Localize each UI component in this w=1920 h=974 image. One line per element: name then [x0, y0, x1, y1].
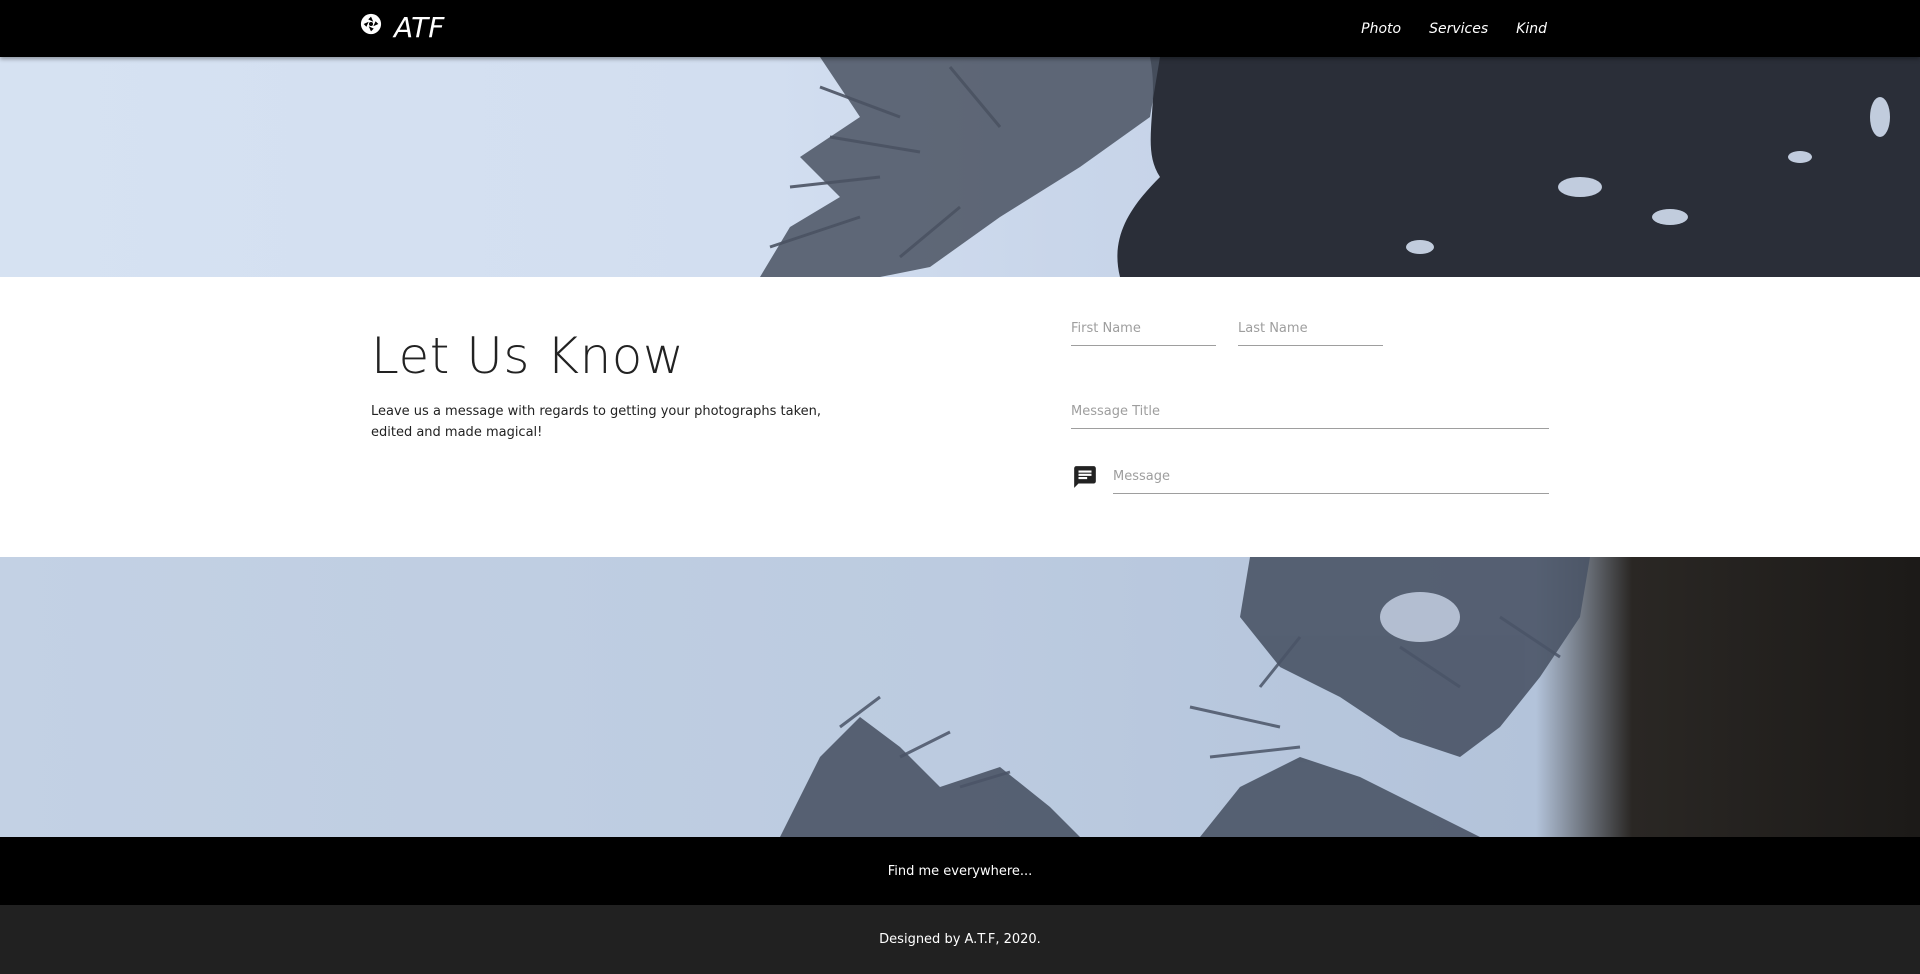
contact-description: Leave us a message with regards to getti…	[371, 404, 822, 440]
contact-section: Let Us Know Leave us a message with rega…	[0, 277, 1920, 557]
main-nav: Photo Services Kind	[1361, 0, 1547, 57]
footer-credit-bar: Designed by A.T.F, 2020.	[0, 905, 1920, 974]
navbar: ATF Photo Services Kind	[0, 0, 1920, 57]
parallax-photo-bottom	[0, 557, 1920, 837]
brand-name: ATF	[394, 11, 445, 44]
brand-link[interactable]: ATF	[360, 10, 444, 46]
message-title-input[interactable]	[1071, 400, 1549, 429]
footer-credit: Designed by A.T.F, 2020.	[879, 932, 1041, 947]
first-name-input[interactable]	[1071, 317, 1216, 346]
last-name-input[interactable]	[1238, 317, 1383, 346]
foliage-silhouette-top	[760, 57, 1920, 277]
footer-social-bar: Find me everywhere...	[0, 837, 1920, 905]
parallax-photo-top	[0, 57, 1920, 277]
nav-link-photo[interactable]: Photo	[1361, 21, 1401, 37]
chat-message-icon	[1074, 466, 1096, 488]
footer-tagline: Find me everywhere...	[887, 863, 1033, 879]
message-input[interactable]	[1113, 465, 1549, 494]
contact-heading: Let Us Know	[371, 327, 685, 385]
camera-aperture-icon	[360, 13, 382, 35]
foliage-silhouette-bottom	[780, 557, 1590, 837]
nav-link-services[interactable]: Services	[1429, 21, 1488, 37]
nav-link-kind[interactable]: Kind	[1516, 21, 1547, 37]
